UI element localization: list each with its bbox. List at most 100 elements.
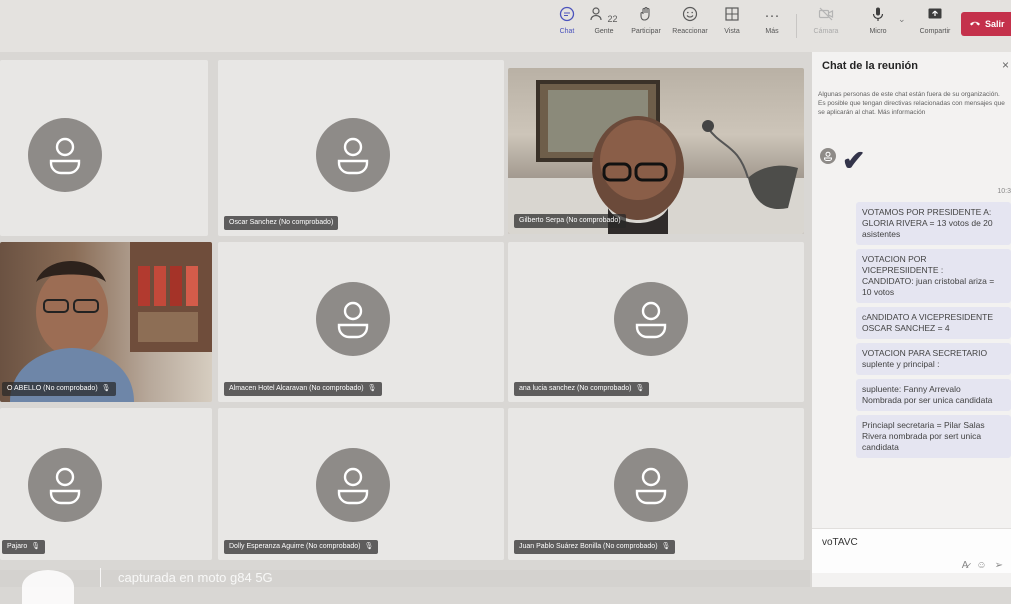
participant-video-feed bbox=[508, 80, 804, 234]
participant-name: Pajaro bbox=[7, 543, 28, 550]
chat-message[interactable]: VOTAMOS POR PRESIDENTE A: GLORIA RIVERA … bbox=[856, 202, 1011, 245]
participant-name: Dolly Esperanza Aguirre (No comprobado) bbox=[229, 543, 361, 550]
toolbar-divider bbox=[796, 14, 797, 38]
chat-title: Chat de la reunión bbox=[822, 60, 918, 72]
close-icon[interactable]: × bbox=[1002, 58, 1009, 72]
grid-view-icon bbox=[724, 6, 740, 28]
participant-name: Gilberto Serpa (No comprobado) bbox=[519, 217, 621, 224]
person-icon bbox=[337, 137, 369, 175]
chat-message[interactable]: VOTACION POR VICEPRESIIDENTE : CANDIDATO… bbox=[856, 249, 1011, 303]
share-label: Compartir bbox=[919, 28, 951, 35]
avatar bbox=[614, 282, 688, 356]
people-label: Gente bbox=[594, 28, 614, 35]
participant-name-tag: Juan Pablo Suárez Bonilla (No comprobado… bbox=[514, 540, 676, 554]
participant-name: Almacen Hotel Alcaravan (No comprobado) bbox=[229, 385, 364, 392]
participant-video-feed bbox=[10, 242, 212, 402]
view-button[interactable]: Vista bbox=[712, 6, 752, 46]
person-icon bbox=[635, 467, 667, 505]
person-icon bbox=[824, 151, 832, 161]
mic-options-chevron-icon[interactable]: ⌄ bbox=[898, 14, 906, 25]
participant-video-tile[interactable]: O ABELLO (No comprobado) 🎙 bbox=[0, 242, 212, 402]
participant-name-tag: Dolly Esperanza Aguirre (No comprobado) 🎙 bbox=[224, 540, 379, 554]
participant-name-tag: O ABELLO (No comprobado) 🎙 bbox=[2, 382, 116, 396]
hang-up-icon bbox=[969, 19, 981, 29]
camera-watermark-text: capturada en moto g84 5G bbox=[118, 570, 273, 585]
participant-name-tag: Almacen Hotel Alcaravan (No comprobado) 🎙 bbox=[224, 382, 382, 396]
participant-tile[interactable]: Oscar Sanchez (No comprobado) bbox=[218, 60, 504, 236]
mic-button[interactable]: Micro bbox=[858, 6, 898, 46]
participant-name: ana lucia sanchez (No comprobado) bbox=[519, 385, 632, 392]
chat-message[interactable]: VOTACION PARA SECRETARIO suplente y prin… bbox=[856, 343, 1011, 375]
emoji-icon[interactable]: ☺ bbox=[976, 560, 986, 571]
person-icon bbox=[49, 137, 81, 175]
people-count: 22 bbox=[607, 14, 618, 24]
format-icon[interactable]: A̷ bbox=[962, 560, 969, 571]
avatar bbox=[28, 448, 102, 522]
external-notice: Algunas personas de este chat están fuer… bbox=[818, 91, 1005, 116]
participant-tile[interactable]: ana lucia sanchez (No comprobado) 🎙 bbox=[508, 242, 804, 402]
motorola-logo-icon bbox=[22, 570, 74, 604]
participant-name: Juan Pablo Suárez Bonilla (No comprobado… bbox=[519, 543, 658, 550]
share-button[interactable]: Compartir bbox=[915, 6, 955, 46]
chat-message[interactable]: supluente: Fanny Arrevalo Nombrada por s… bbox=[856, 379, 1011, 411]
message-input[interactable]: voTAVC bbox=[822, 537, 858, 548]
react-label: Reaccionar bbox=[672, 28, 708, 35]
mic-off-icon: 🎙 bbox=[661, 543, 671, 550]
leave-button[interactable]: Salir bbox=[961, 12, 1011, 36]
mic-off-icon: 🎙 bbox=[101, 385, 111, 392]
message-timestamp: 10:3 bbox=[997, 188, 1011, 195]
chat-message[interactable]: cANDIDATO A VICEPRESIDENTE OSCAR SANCHEZ… bbox=[856, 307, 1011, 339]
raise-hand-icon bbox=[638, 6, 654, 28]
person-icon bbox=[635, 301, 667, 339]
meeting-toolbar: Chat 22 Gente Participar Reaccionar Vist… bbox=[0, 0, 1011, 52]
avatar bbox=[614, 448, 688, 522]
leave-label: Salir bbox=[985, 19, 1005, 29]
participate-label: Participar bbox=[631, 28, 661, 35]
chat-button[interactable]: Chat bbox=[547, 6, 587, 46]
participant-name: Oscar Sanchez (No comprobado) bbox=[229, 219, 334, 226]
more-icon: ··· bbox=[764, 7, 780, 24]
participate-button[interactable]: Participar bbox=[626, 6, 666, 46]
participant-tile[interactable]: Almacen Hotel Alcaravan (No comprobado) 🎙 bbox=[218, 242, 504, 402]
participant-name-tag: ana lucia sanchez (No comprobado) 🎙 bbox=[514, 382, 650, 396]
camera-button[interactable]: Cámara bbox=[806, 6, 846, 46]
camera-off-icon bbox=[818, 6, 834, 28]
view-label: Vista bbox=[724, 28, 740, 35]
chat-icon bbox=[559, 6, 575, 28]
participant-tile[interactable]: Dolly Esperanza Aguirre (No comprobado) 🎙 bbox=[218, 408, 504, 560]
send-icon[interactable]: ➢ bbox=[995, 560, 1003, 571]
participant-tile[interactable]: Pajaro 🎙 bbox=[0, 408, 212, 560]
participant-name-tag: Oscar Sanchez (No comprobado) bbox=[224, 216, 339, 230]
person-icon bbox=[337, 301, 369, 339]
message-list: VOTAMOS POR PRESIDENTE A: GLORIA RIVERA … bbox=[856, 202, 1011, 458]
microphone-icon bbox=[870, 6, 886, 28]
checkmark-icon: ✔ bbox=[842, 145, 866, 176]
participant-tile[interactable]: Juan Pablo Suárez Bonilla (No comprobado… bbox=[508, 408, 804, 560]
participant-name-tag: Gilberto Serpa (No comprobado) bbox=[514, 214, 626, 228]
avatar bbox=[820, 148, 836, 164]
footer-divider bbox=[100, 568, 101, 587]
participant-name-tag: Pajaro 🎙 bbox=[2, 540, 46, 554]
chat-message[interactable]: Princiapl secretaria = Pilar Salas River… bbox=[856, 415, 1011, 458]
camera-label: Cámara bbox=[813, 28, 839, 35]
react-button[interactable]: Reaccionar bbox=[670, 6, 710, 46]
share-screen-icon bbox=[927, 6, 943, 28]
compose-tools: A̷ ☺ ➢ bbox=[962, 560, 1003, 571]
people-icon: 22 bbox=[590, 6, 618, 28]
mic-label: Micro bbox=[869, 28, 887, 35]
video-grid: Oscar Sanchez (No comprobado) Gilberto S… bbox=[0, 60, 810, 570]
mic-off-icon: 🎙 bbox=[635, 385, 645, 392]
person-icon bbox=[49, 467, 81, 505]
participant-tile[interactable] bbox=[0, 60, 208, 236]
more-label: Más bbox=[765, 28, 779, 35]
participant-video-tile[interactable]: Gilberto Serpa (No comprobado) bbox=[508, 68, 804, 234]
mic-off-icon: 🎙 bbox=[31, 543, 41, 550]
more-button[interactable]: ··· Más bbox=[752, 6, 792, 46]
people-button[interactable]: 22 Gente bbox=[584, 6, 624, 46]
message-compose-box[interactable]: voTAVC A̷ ☺ ➢ bbox=[812, 528, 1011, 573]
mic-off-icon: 🎙 bbox=[364, 543, 374, 550]
smiley-icon bbox=[682, 6, 698, 28]
participant-name: O ABELLO (No comprobado) bbox=[7, 385, 98, 392]
chat-label: Chat bbox=[559, 28, 575, 35]
avatar bbox=[316, 118, 390, 192]
